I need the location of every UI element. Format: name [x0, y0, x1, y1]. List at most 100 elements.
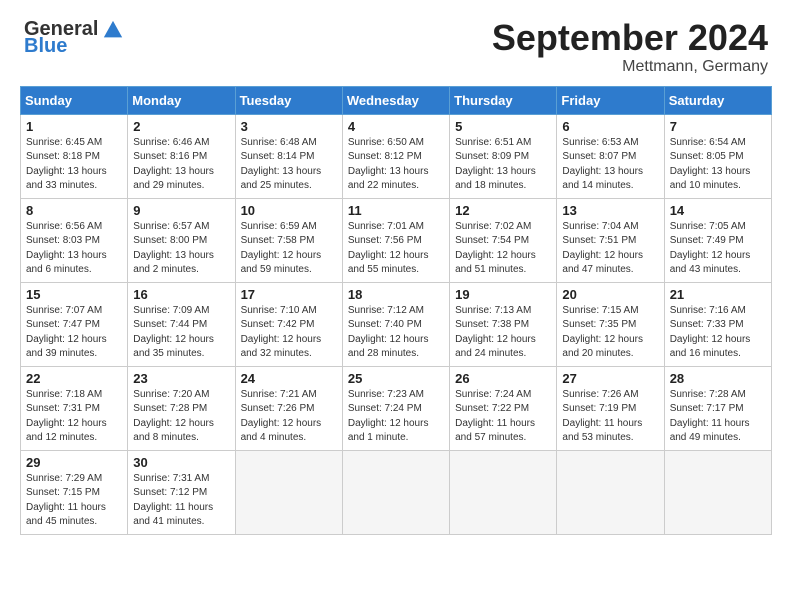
month-title: September 2024 [492, 18, 768, 58]
day-info: Sunrise: 6:50 AMSunset: 8:12 PMDaylight:… [348, 136, 444, 194]
day-number: 5 [455, 119, 551, 134]
logo-blue-text: Blue [24, 35, 67, 58]
day-info: Sunrise: 7:10 AMSunset: 7:42 PMDaylight:… [241, 304, 337, 362]
day-info: Sunrise: 6:46 AMSunset: 8:16 PMDaylight:… [133, 136, 229, 194]
calendar-day: 20 Sunrise: 7:15 AMSunset: 7:35 PMDaylig… [557, 282, 664, 366]
day-info: Sunrise: 6:59 AMSunset: 7:58 PMDaylight:… [241, 220, 337, 278]
day-info: Sunrise: 7:29 AMSunset: 7:15 PMDaylight:… [26, 472, 122, 530]
calendar-day: 3 Sunrise: 6:48 AMSunset: 8:14 PMDayligh… [235, 114, 342, 198]
header-monday: Monday [128, 86, 235, 114]
day-info: Sunrise: 6:56 AMSunset: 8:03 PMDaylight:… [26, 220, 122, 278]
calendar-week-4: 22 Sunrise: 7:18 AMSunset: 7:31 PMDaylig… [21, 366, 772, 450]
day-info: Sunrise: 7:26 AMSunset: 7:19 PMDaylight:… [562, 388, 658, 446]
day-number: 26 [455, 371, 551, 386]
header-tuesday: Tuesday [235, 86, 342, 114]
day-number: 14 [670, 203, 766, 218]
calendar-day [235, 450, 342, 534]
header-friday: Friday [557, 86, 664, 114]
logo-icon [102, 19, 124, 41]
day-number: 24 [241, 371, 337, 386]
calendar-day [664, 450, 771, 534]
day-number: 11 [348, 203, 444, 218]
day-number: 7 [670, 119, 766, 134]
calendar-day: 10 Sunrise: 6:59 AMSunset: 7:58 PMDaylig… [235, 198, 342, 282]
calendar-day: 29 Sunrise: 7:29 AMSunset: 7:15 PMDaylig… [21, 450, 128, 534]
day-number: 12 [455, 203, 551, 218]
day-number: 2 [133, 119, 229, 134]
day-info: Sunrise: 7:23 AMSunset: 7:24 PMDaylight:… [348, 388, 444, 446]
header-sunday: Sunday [21, 86, 128, 114]
day-number: 16 [133, 287, 229, 302]
day-number: 4 [348, 119, 444, 134]
calendar-day: 25 Sunrise: 7:23 AMSunset: 7:24 PMDaylig… [342, 366, 449, 450]
day-info: Sunrise: 6:53 AMSunset: 8:07 PMDaylight:… [562, 136, 658, 194]
day-number: 25 [348, 371, 444, 386]
calendar-day: 27 Sunrise: 7:26 AMSunset: 7:19 PMDaylig… [557, 366, 664, 450]
calendar-day: 12 Sunrise: 7:02 AMSunset: 7:54 PMDaylig… [450, 198, 557, 282]
day-number: 15 [26, 287, 122, 302]
calendar-day: 19 Sunrise: 7:13 AMSunset: 7:38 PMDaylig… [450, 282, 557, 366]
day-info: Sunrise: 7:09 AMSunset: 7:44 PMDaylight:… [133, 304, 229, 362]
day-info: Sunrise: 6:57 AMSunset: 8:00 PMDaylight:… [133, 220, 229, 278]
calendar-day: 24 Sunrise: 7:21 AMSunset: 7:26 PMDaylig… [235, 366, 342, 450]
calendar-day: 26 Sunrise: 7:24 AMSunset: 7:22 PMDaylig… [450, 366, 557, 450]
day-number: 23 [133, 371, 229, 386]
title-block: September 2024 Mettmann, Germany [492, 18, 768, 76]
day-number: 17 [241, 287, 337, 302]
calendar-table: Sunday Monday Tuesday Wednesday Thursday… [20, 86, 772, 535]
day-number: 19 [455, 287, 551, 302]
calendar-day: 2 Sunrise: 6:46 AMSunset: 8:16 PMDayligh… [128, 114, 235, 198]
day-number: 3 [241, 119, 337, 134]
header-saturday: Saturday [664, 86, 771, 114]
logo: General Blue [24, 18, 124, 58]
day-info: Sunrise: 7:13 AMSunset: 7:38 PMDaylight:… [455, 304, 551, 362]
day-info: Sunrise: 7:20 AMSunset: 7:28 PMDaylight:… [133, 388, 229, 446]
calendar-week-5: 29 Sunrise: 7:29 AMSunset: 7:15 PMDaylig… [21, 450, 772, 534]
day-number: 8 [26, 203, 122, 218]
calendar-day: 22 Sunrise: 7:18 AMSunset: 7:31 PMDaylig… [21, 366, 128, 450]
calendar-week-1: 1 Sunrise: 6:45 AMSunset: 8:18 PMDayligh… [21, 114, 772, 198]
calendar-day: 16 Sunrise: 7:09 AMSunset: 7:44 PMDaylig… [128, 282, 235, 366]
header-row: Sunday Monday Tuesday Wednesday Thursday… [21, 86, 772, 114]
day-info: Sunrise: 7:12 AMSunset: 7:40 PMDaylight:… [348, 304, 444, 362]
calendar-week-3: 15 Sunrise: 7:07 AMSunset: 7:47 PMDaylig… [21, 282, 772, 366]
day-number: 28 [670, 371, 766, 386]
calendar-week-2: 8 Sunrise: 6:56 AMSunset: 8:03 PMDayligh… [21, 198, 772, 282]
day-info: Sunrise: 7:07 AMSunset: 7:47 PMDaylight:… [26, 304, 122, 362]
calendar-day: 30 Sunrise: 7:31 AMSunset: 7:12 PMDaylig… [128, 450, 235, 534]
day-info: Sunrise: 6:48 AMSunset: 8:14 PMDaylight:… [241, 136, 337, 194]
day-number: 27 [562, 371, 658, 386]
day-number: 1 [26, 119, 122, 134]
calendar-day: 4 Sunrise: 6:50 AMSunset: 8:12 PMDayligh… [342, 114, 449, 198]
calendar-day: 18 Sunrise: 7:12 AMSunset: 7:40 PMDaylig… [342, 282, 449, 366]
day-info: Sunrise: 7:16 AMSunset: 7:33 PMDaylight:… [670, 304, 766, 362]
calendar-wrap: Sunday Monday Tuesday Wednesday Thursday… [0, 86, 792, 545]
calendar-day: 13 Sunrise: 7:04 AMSunset: 7:51 PMDaylig… [557, 198, 664, 282]
calendar-day: 1 Sunrise: 6:45 AMSunset: 8:18 PMDayligh… [21, 114, 128, 198]
day-info: Sunrise: 6:45 AMSunset: 8:18 PMDaylight:… [26, 136, 122, 194]
day-number: 20 [562, 287, 658, 302]
day-info: Sunrise: 7:18 AMSunset: 7:31 PMDaylight:… [26, 388, 122, 446]
day-info: Sunrise: 6:51 AMSunset: 8:09 PMDaylight:… [455, 136, 551, 194]
day-info: Sunrise: 7:24 AMSunset: 7:22 PMDaylight:… [455, 388, 551, 446]
calendar-day [342, 450, 449, 534]
calendar-day: 28 Sunrise: 7:28 AMSunset: 7:17 PMDaylig… [664, 366, 771, 450]
day-info: Sunrise: 7:05 AMSunset: 7:49 PMDaylight:… [670, 220, 766, 278]
day-info: Sunrise: 7:02 AMSunset: 7:54 PMDaylight:… [455, 220, 551, 278]
calendar-day: 8 Sunrise: 6:56 AMSunset: 8:03 PMDayligh… [21, 198, 128, 282]
calendar-day: 5 Sunrise: 6:51 AMSunset: 8:09 PMDayligh… [450, 114, 557, 198]
day-info: Sunrise: 7:28 AMSunset: 7:17 PMDaylight:… [670, 388, 766, 446]
calendar-day: 6 Sunrise: 6:53 AMSunset: 8:07 PMDayligh… [557, 114, 664, 198]
day-info: Sunrise: 7:01 AMSunset: 7:56 PMDaylight:… [348, 220, 444, 278]
calendar-day: 7 Sunrise: 6:54 AMSunset: 8:05 PMDayligh… [664, 114, 771, 198]
calendar-day: 17 Sunrise: 7:10 AMSunset: 7:42 PMDaylig… [235, 282, 342, 366]
calendar-day: 11 Sunrise: 7:01 AMSunset: 7:56 PMDaylig… [342, 198, 449, 282]
calendar-day: 9 Sunrise: 6:57 AMSunset: 8:00 PMDayligh… [128, 198, 235, 282]
day-info: Sunrise: 7:15 AMSunset: 7:35 PMDaylight:… [562, 304, 658, 362]
header-wednesday: Wednesday [342, 86, 449, 114]
day-info: Sunrise: 7:31 AMSunset: 7:12 PMDaylight:… [133, 472, 229, 530]
calendar-day: 14 Sunrise: 7:05 AMSunset: 7:49 PMDaylig… [664, 198, 771, 282]
day-info: Sunrise: 7:21 AMSunset: 7:26 PMDaylight:… [241, 388, 337, 446]
day-info: Sunrise: 7:04 AMSunset: 7:51 PMDaylight:… [562, 220, 658, 278]
page-header: General Blue September 2024 Mettmann, Ge… [0, 0, 792, 86]
